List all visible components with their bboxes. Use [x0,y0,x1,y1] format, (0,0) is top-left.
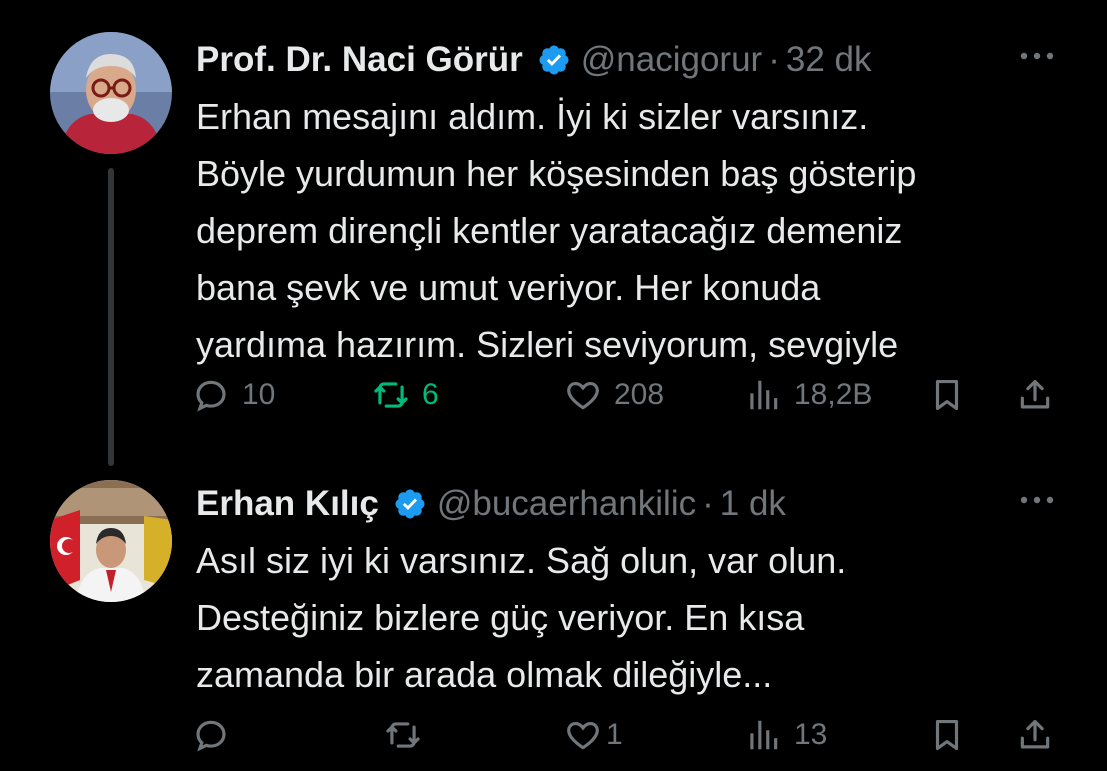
like-button[interactable]: 1 [564,710,623,760]
tweet[interactable]: Erhan Kılıç @bucaerhankilic · 1 dk Asıl … [0,470,1107,770]
share-icon [1020,719,1050,749]
more-icon[interactable] [1019,494,1055,506]
author-name[interactable]: Prof. Dr. Naci Görür [196,40,523,80]
verified-badge-icon [395,489,425,519]
avatar-photo [50,480,172,602]
views-button[interactable]: 13 [744,710,827,760]
author-handle[interactable]: @nacigorur [581,40,762,80]
view-count: 13 [794,718,828,751]
share-icon [1020,379,1050,409]
bookmark-button[interactable] [928,710,966,760]
separator-dot: · [768,40,780,79]
tweet-header: Erhan Kılıç @bucaerhankilic · 1 dk [196,482,1067,526]
author-handle[interactable]: @bucaerhankilic [437,484,696,524]
reply-icon [196,380,226,412]
retweet-icon [374,382,408,408]
bookmark-icon [935,719,959,751]
share-button[interactable] [1016,710,1054,760]
views-icon [750,380,778,410]
reply-button[interactable]: 10 [192,370,275,420]
reply-count: 10 [242,378,276,411]
author-name[interactable]: Erhan Kılıç [196,484,379,524]
timestamp[interactable]: 32 dk [786,40,872,80]
bookmark-icon [935,379,959,411]
retweet-icon [386,722,420,748]
share-button[interactable] [1016,370,1054,420]
bookmark-button[interactable] [928,370,966,420]
avatar[interactable] [50,480,172,602]
verified-badge-icon [539,45,569,75]
view-count: 18,2B [794,378,873,411]
retweet-button[interactable]: 6 [372,370,439,420]
tweet-header: Prof. Dr. Naci Görür @nacigorur · 32 dk [196,38,1067,82]
like-count: 208 [614,378,665,411]
avatar-photo [50,32,172,154]
more-icon[interactable] [1019,50,1055,62]
reply-button[interactable] [192,710,242,760]
tweet-actions: 10 6 208 18,2B [0,370,1107,420]
tweet-text: Asıl siz iyi ki varsınız. Sağ olun, var … [196,540,847,695]
retweet-button[interactable] [384,710,434,760]
views-icon [750,720,778,750]
retweet-count: 6 [422,378,439,411]
heart-icon [567,382,599,410]
heart-icon [567,722,599,750]
views-button[interactable]: 18,2B [744,370,872,420]
tweet[interactable]: Prof. Dr. Naci Görür @nacigorur · 32 dk … [0,20,1107,466]
reply-icon [196,720,226,752]
like-button[interactable]: 208 [564,370,664,420]
avatar[interactable] [50,32,172,154]
like-count: 1 [606,718,623,751]
tweet-actions: 1 13 [0,710,1107,760]
separator-dot: · [702,484,714,523]
thread-connector-line [108,168,114,466]
timestamp[interactable]: 1 dk [720,484,786,524]
tweet-text: Erhan mesajını aldım. İyi ki sizler vars… [196,96,917,365]
